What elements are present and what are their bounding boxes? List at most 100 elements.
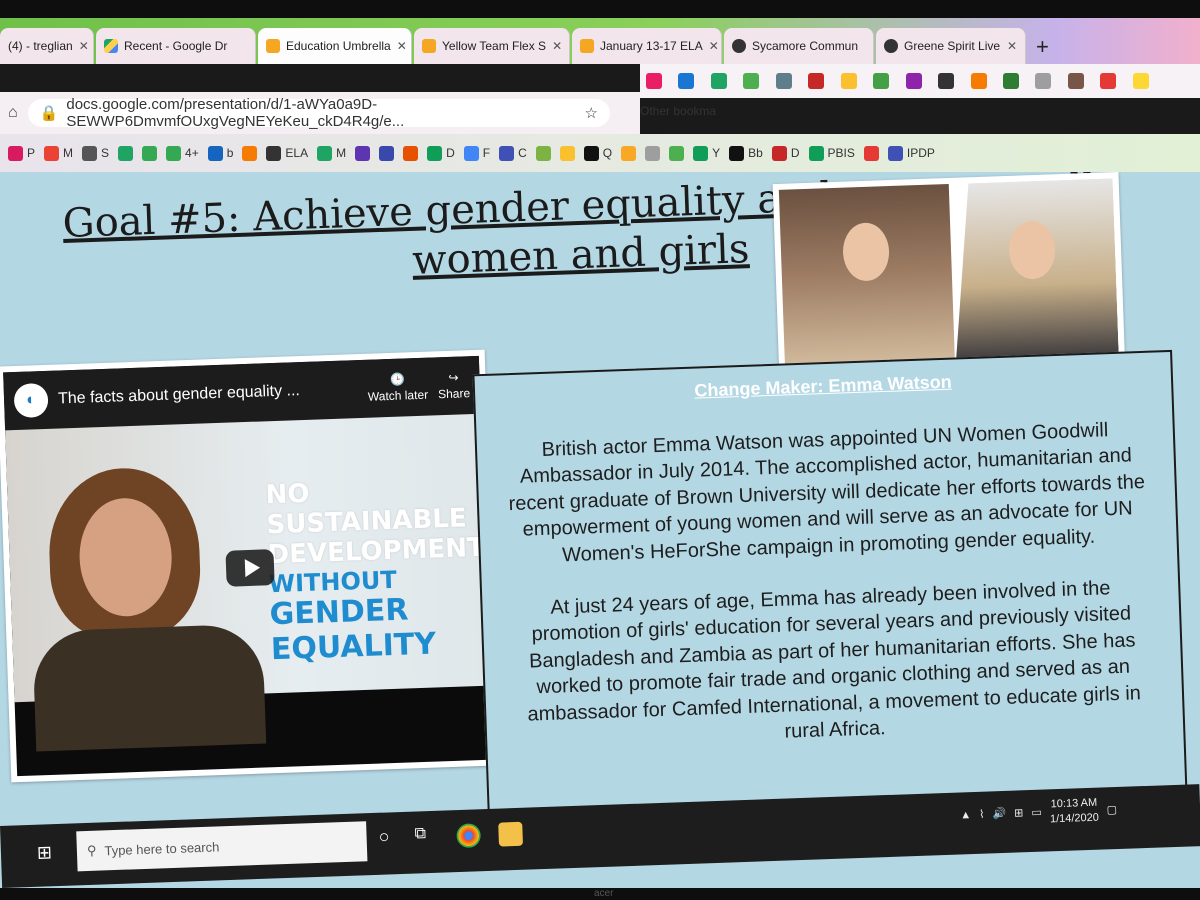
video-overlay-text: NO SUSTAINABLE DEVELOPMENT WITHOUT GENDE… <box>265 478 486 668</box>
tab-yellow-team[interactable]: Yellow Team Flex S ✕ <box>414 28 570 64</box>
bookmark-item[interactable] <box>403 145 419 161</box>
clock-icon: 🕒 <box>389 372 406 387</box>
extension-icon[interactable] <box>710 73 727 89</box>
extension-icon[interactable] <box>1132 73 1149 89</box>
bookmark-icon <box>118 145 134 161</box>
taskbar-search-input[interactable]: ⚲ Type here to search <box>76 821 368 872</box>
windows-start-icon[interactable]: ⊞ <box>37 842 53 864</box>
bookmark-icon <box>559 145 575 161</box>
chrome-icon[interactable] <box>456 823 482 849</box>
volume-icon[interactable]: 🔊 <box>992 807 1006 820</box>
bookmark-item[interactable] <box>535 145 551 161</box>
bookmark-item[interactable]: b <box>207 145 234 161</box>
bookmark-item[interactable]: Q <box>583 145 613 161</box>
extension-icon[interactable] <box>808 73 825 89</box>
bookmark-item[interactable] <box>355 145 371 161</box>
home-icon[interactable]: ⌂ <box>8 104 18 122</box>
share-button[interactable]: ↪ Share <box>437 370 471 402</box>
windows-icon[interactable]: ⊞ <box>1014 807 1024 820</box>
search-icon: ⚲ <box>86 842 97 858</box>
monitor-logo: acer <box>594 888 614 899</box>
tab-gmail[interactable]: (4) - treglian ✕ <box>0 28 94 64</box>
bookmark-icon <box>887 145 903 161</box>
new-tab-button[interactable]: + <box>1036 34 1049 60</box>
bookmark-item[interactable]: S <box>82 145 109 161</box>
extension-icon[interactable] <box>1035 73 1052 89</box>
extension-icon[interactable] <box>840 73 857 89</box>
bookmark-icon <box>8 145 23 161</box>
slides-icon <box>422 39 436 53</box>
bookmark-icon <box>583 145 599 161</box>
tab-sycamore[interactable]: Sycamore Commun <box>724 28 874 64</box>
bookmark-item[interactable]: IPDP <box>887 145 935 161</box>
bookmark-item[interactable] <box>242 145 258 161</box>
bookmark-item[interactable]: ELA <box>266 145 308 161</box>
tab-january-ela[interactable]: January 13-17 ELA ✕ <box>572 28 722 64</box>
bookmark-item[interactable]: D <box>771 145 800 161</box>
bookmark-item[interactable] <box>559 145 575 161</box>
url-input[interactable]: 🔒 docs.google.com/presentation/d/1-aWYa0… <box>27 96 610 130</box>
extension-icon[interactable] <box>775 73 792 89</box>
play-button[interactable] <box>225 549 275 587</box>
extension-icon[interactable] <box>1002 73 1019 89</box>
network-icon[interactable]: ⌇ <box>979 808 985 821</box>
display-icon[interactable]: ▭ <box>1031 806 1042 819</box>
close-icon[interactable]: ✕ <box>1007 39 1017 53</box>
cortana-icon[interactable]: ○ <box>378 826 403 851</box>
bookmark-item[interactable] <box>142 145 158 161</box>
bookmark-label: PBIS <box>827 146 855 160</box>
bookmark-item[interactable] <box>863 145 879 161</box>
youtube-embed[interactable]: NO SUSTAINABLE DEVELOPMENT WITHOUT GENDE… <box>0 349 500 783</box>
extension-icon[interactable] <box>1100 73 1117 89</box>
close-icon[interactable]: ✕ <box>79 39 89 53</box>
bookmark-label: b <box>226 146 234 160</box>
extension-icon[interactable] <box>646 73 662 89</box>
tab-greene-spirit[interactable]: Greene Spirit Live ✕ <box>876 28 1026 64</box>
close-icon[interactable]: ✕ <box>552 39 562 53</box>
video-title[interactable]: The facts about gender equality ... <box>58 380 358 408</box>
bookmark-item[interactable]: F <box>463 145 490 161</box>
extension-icon[interactable] <box>678 73 695 89</box>
task-view-icon[interactable]: ⧉ <box>414 825 439 850</box>
channel-logo-icon[interactable]: ◐ <box>13 382 49 419</box>
bookmark-icon <box>355 145 371 161</box>
bookmark-item[interactable]: Y <box>693 145 720 161</box>
bookmark-item[interactable]: M <box>317 145 346 161</box>
video-player[interactable]: NO SUSTAINABLE DEVELOPMENT WITHOUT GENDE… <box>3 355 493 777</box>
bookmark-item[interactable] <box>379 145 395 161</box>
bookmark-item[interactable] <box>669 145 685 161</box>
bookmark-item[interactable]: Bb <box>729 145 763 161</box>
tab-education-umbrella[interactable]: Education Umbrella ✕ <box>258 28 412 64</box>
close-icon[interactable]: ✕ <box>709 39 719 53</box>
bookmark-icon <box>317 145 333 161</box>
other-bookmarks[interactable]: Other bookma <box>640 104 716 118</box>
bookmark-icon <box>403 145 419 161</box>
bookmark-icon <box>142 145 158 161</box>
extension-icon[interactable] <box>938 73 955 89</box>
slides-icon <box>266 39 280 53</box>
bookmark-label: Q <box>602 146 613 160</box>
bookmark-item[interactable]: 4+ <box>166 145 199 161</box>
extension-icon[interactable] <box>873 73 890 89</box>
bookmark-item[interactable]: D <box>427 145 455 161</box>
star-icon[interactable]: ☆ <box>585 104 598 122</box>
bookmark-item[interactable]: M <box>44 145 73 161</box>
close-icon[interactable]: ✕ <box>397 39 407 53</box>
notification-icon[interactable]: ▢ <box>1106 803 1117 816</box>
watch-later-button[interactable]: 🕒 Watch later <box>367 372 429 403</box>
bookmark-icon <box>808 145 824 161</box>
bookmark-item[interactable]: C <box>499 145 527 161</box>
tab-google-drive[interactable]: Recent - Google Dr <box>96 28 256 64</box>
extension-icon[interactable] <box>970 73 987 89</box>
bookmark-item[interactable]: P <box>8 145 35 161</box>
extension-icon[interactable] <box>905 73 922 89</box>
bookmark-item[interactable] <box>118 145 134 161</box>
bookmark-item[interactable] <box>621 145 637 161</box>
clock[interactable]: 10:13 AM 1/14/2020 <box>1049 796 1099 827</box>
bookmark-item[interactable]: PBIS <box>808 145 855 161</box>
file-explorer-icon[interactable] <box>498 821 524 847</box>
extension-icon[interactable] <box>1067 73 1084 89</box>
drive-sync-icon[interactable]: ▲ <box>960 809 971 821</box>
bookmark-item[interactable] <box>645 145 661 161</box>
extension-icon[interactable] <box>743 73 760 89</box>
